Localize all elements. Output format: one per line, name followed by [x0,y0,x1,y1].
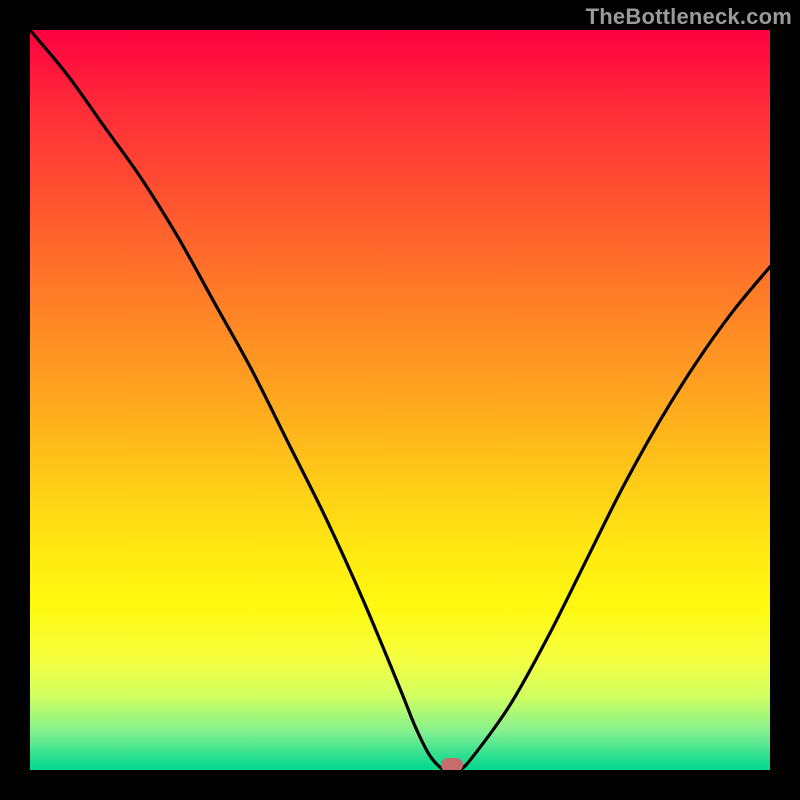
bottleneck-curve [30,30,770,770]
plot-area [30,30,770,770]
optimal-point-marker [441,758,463,770]
chart-frame: TheBottleneck.com [0,0,800,800]
watermark-text: TheBottleneck.com [586,4,792,30]
